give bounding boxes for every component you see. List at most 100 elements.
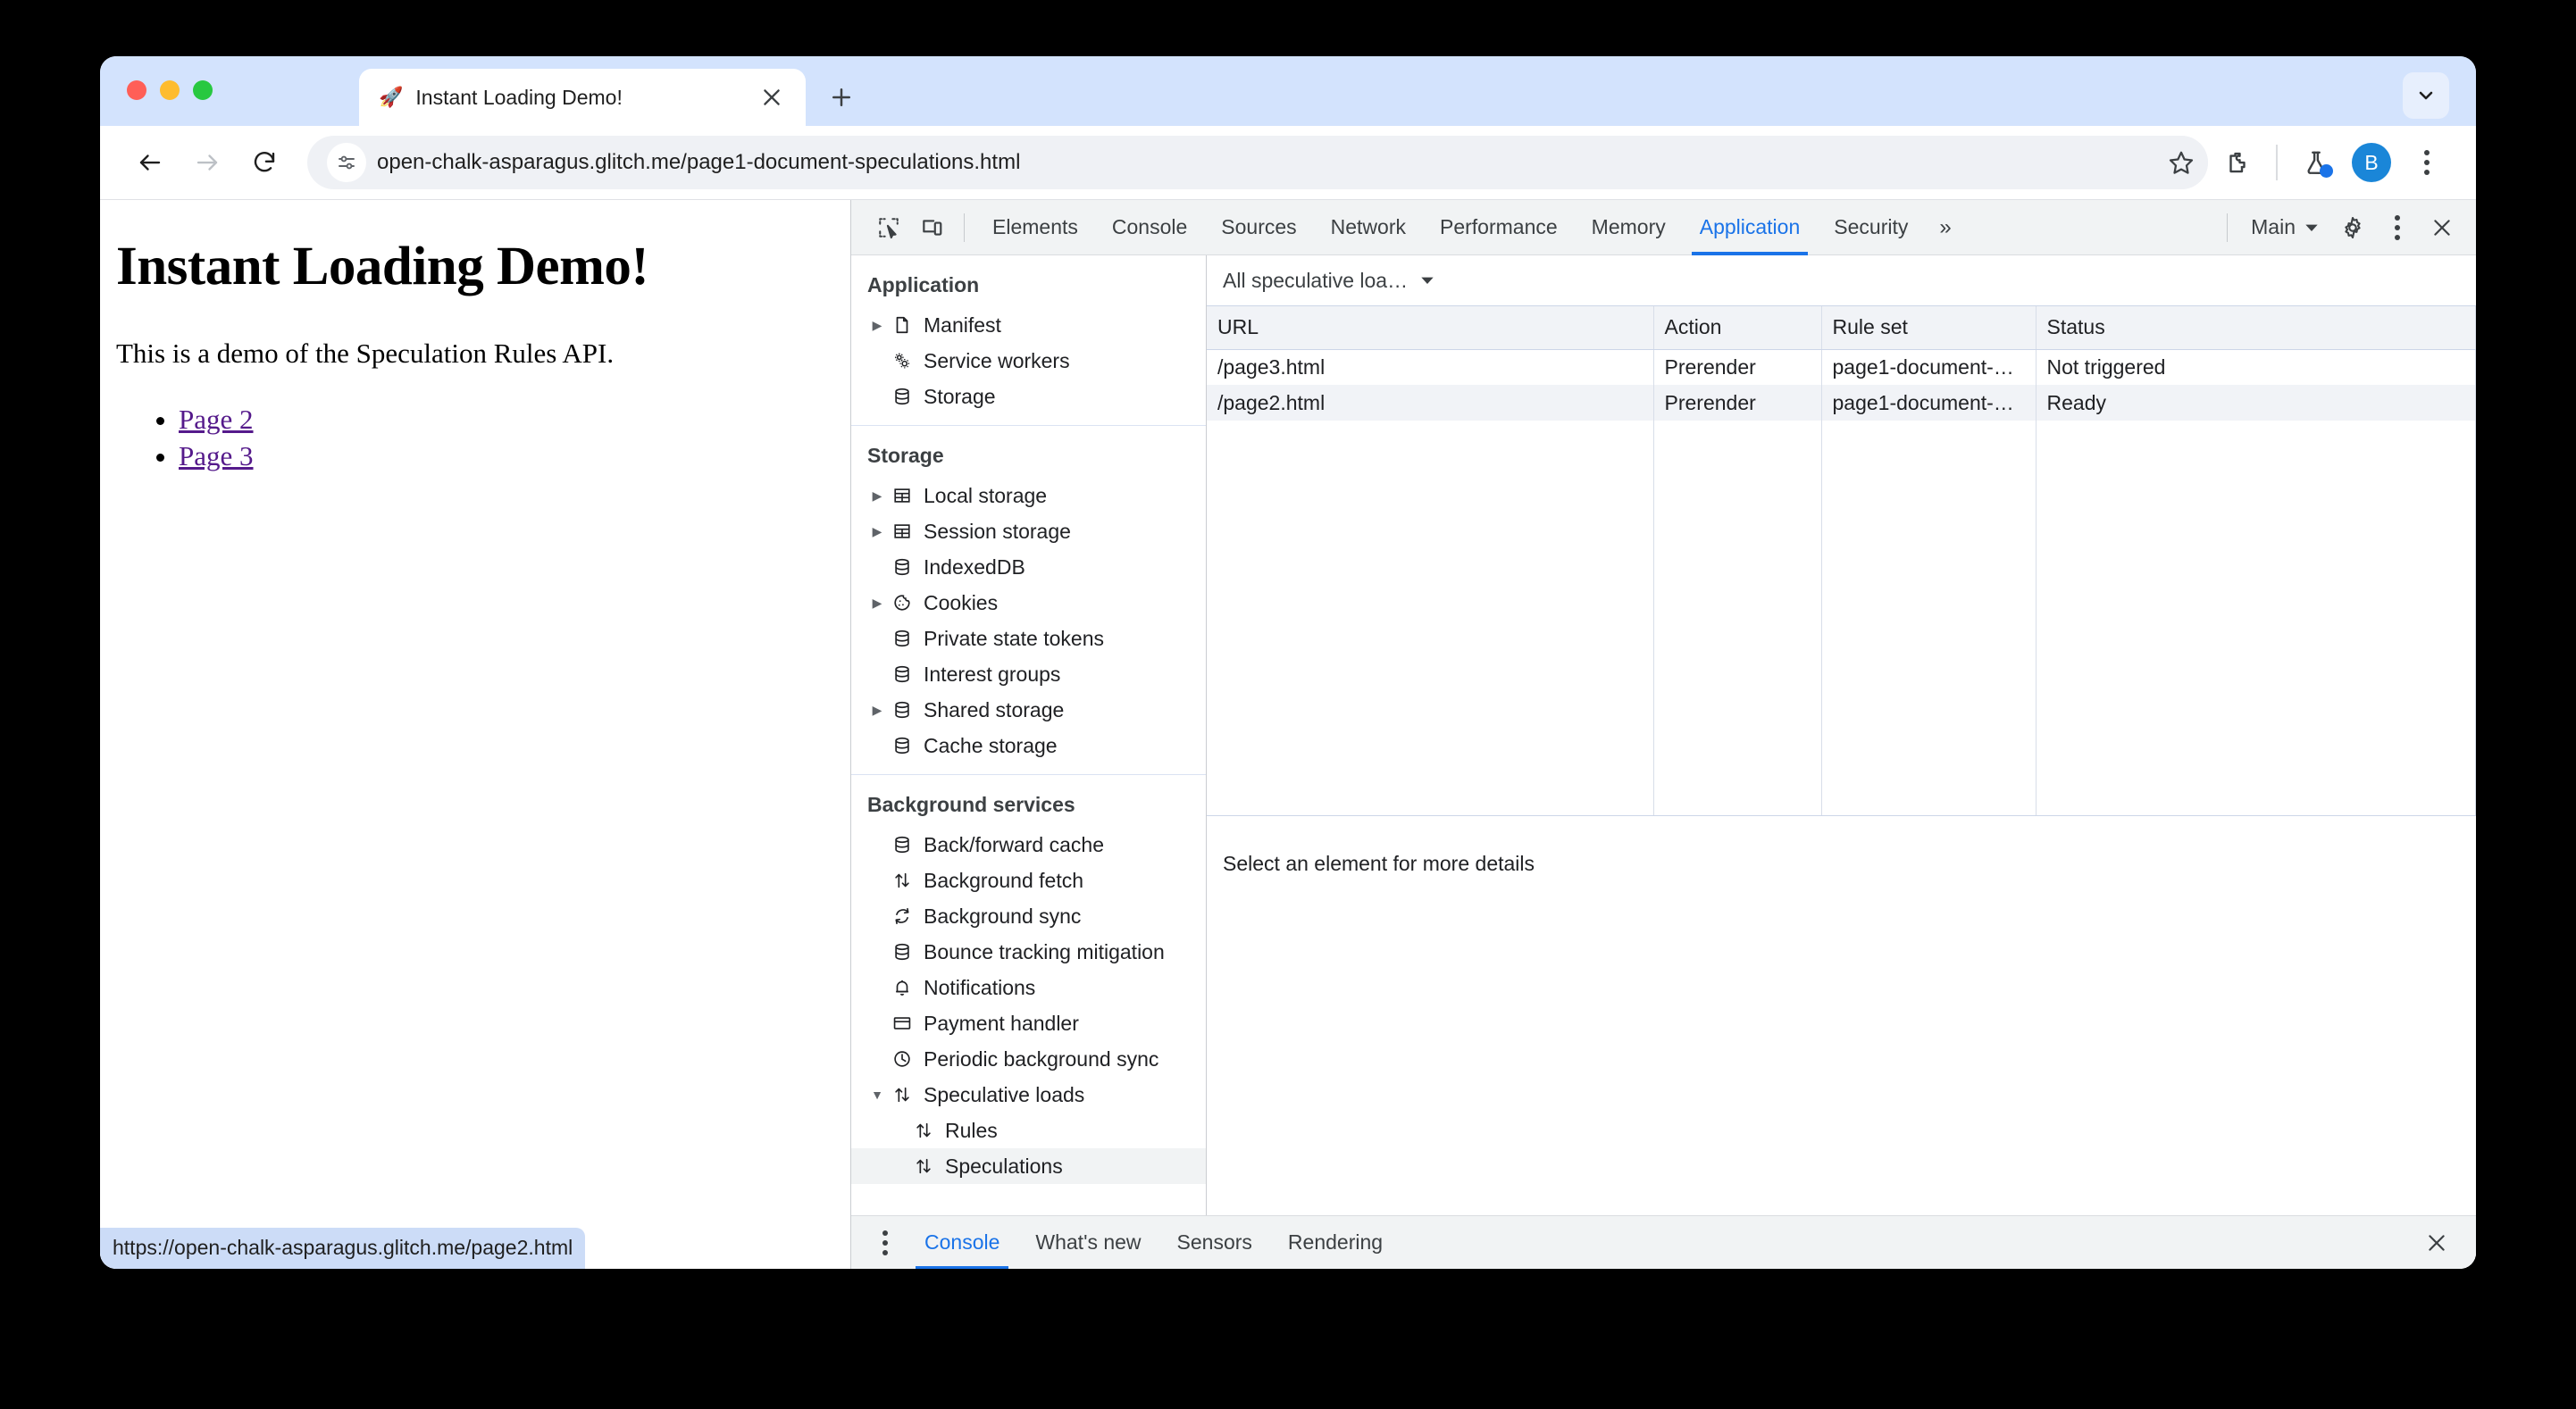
sidebar-item-storage[interactable]: Storage [851, 379, 1206, 414]
sidebar-item-label: Private state tokens [924, 626, 1104, 650]
tab-strip: 🚀 Instant Loading Demo! [100, 56, 2476, 126]
chrome-menu-kebab-icon[interactable] [2401, 137, 2453, 188]
minimize-window-button[interactable] [160, 80, 180, 100]
speculations-panel: All speculative loa… URL Action Rule set… [1207, 255, 2476, 1215]
close-drawer-icon[interactable] [2415, 1223, 2458, 1263]
gears-icon [887, 351, 917, 371]
sidebar-item-manifest[interactable]: ▶ Manifest [851, 307, 1206, 343]
cell-url: /page2.html [1207, 385, 1654, 421]
bookmark-star-icon[interactable] [2154, 136, 2208, 189]
sidebar-item-back-forward-cache[interactable]: Back/forward cache [851, 827, 1206, 863]
execution-context-selector[interactable]: Main [2240, 208, 2329, 247]
sidebar-item-speculations[interactable]: Speculations [851, 1148, 1206, 1184]
site-settings-icon[interactable] [327, 143, 366, 182]
reload-button[interactable] [238, 136, 291, 189]
drawer-tab-whats-new[interactable]: What's new [1017, 1216, 1158, 1270]
twisty-expanded-icon[interactable]: ▼ [867, 1088, 887, 1102]
execution-context-label: Main [2251, 215, 2296, 238]
twisty-collapsed-icon[interactable]: ▶ [867, 596, 887, 611]
table-header-row: URL Action Rule set Status [1207, 306, 2476, 350]
sidebar-item-service-workers[interactable]: Service workers [851, 343, 1206, 379]
sidebar-item-cookies[interactable]: ▶ Cookies [851, 585, 1206, 621]
link-page-2[interactable]: Page 2 [179, 404, 254, 435]
sidebar-item-session-storage[interactable]: ▶ Session storage [851, 513, 1206, 549]
cell-status: Ready [2036, 385, 2476, 421]
tab-search-chevron-down-icon[interactable] [2403, 72, 2449, 119]
sidebar-item-rules[interactable]: Rules [851, 1113, 1206, 1148]
speculations-table-container[interactable]: URL Action Rule set Status /page3.html P… [1207, 305, 2476, 816]
tab-network[interactable]: Network [1314, 200, 1423, 255]
sidebar-item-interest-groups[interactable]: Interest groups [851, 656, 1206, 692]
tab-console[interactable]: Console [1095, 200, 1204, 255]
address-bar[interactable]: open-chalk-asparagus.glitch.me/page1-doc… [307, 136, 2208, 189]
drawer-tab-console[interactable]: Console [907, 1216, 1017, 1269]
maximize-window-button[interactable] [193, 80, 213, 100]
sidebar-item-speculative-loads[interactable]: ▼ Speculative loads [851, 1077, 1206, 1113]
sidebar-item-bounce-tracking-mitigation[interactable]: Bounce tracking mitigation [851, 934, 1206, 970]
sidebar-item-periodic-background-sync[interactable]: Periodic background sync [851, 1041, 1206, 1077]
sidebar-item-private-state-tokens[interactable]: Private state tokens [851, 621, 1206, 656]
new-tab-button[interactable] [824, 79, 859, 115]
table-icon [887, 486, 917, 505]
sidebar-item-background-sync[interactable]: Background sync [851, 898, 1206, 934]
column-header-url[interactable]: URL [1207, 306, 1654, 350]
updown-arrows-icon [887, 871, 917, 890]
sidebar-item-notifications[interactable]: Notifications [851, 970, 1206, 1005]
sidebar-item-cache-storage[interactable]: Cache storage [851, 728, 1206, 763]
column-header-status[interactable]: Status [2036, 306, 2476, 350]
sidebar-section-header: Background services [867, 793, 1075, 816]
sidebar-item-label: IndexedDB [924, 554, 1025, 579]
tab-performance[interactable]: Performance [1423, 200, 1575, 255]
database-icon [887, 736, 917, 755]
twisty-collapsed-icon[interactable]: ▶ [867, 703, 887, 718]
toolbar-divider [2276, 145, 2278, 180]
table-row[interactable]: /page3.html Prerender page1-document-… N… [1207, 349, 2476, 385]
tab-elements[interactable]: Elements [975, 200, 1095, 255]
drawer-menu-kebab-icon[interactable] [864, 1223, 907, 1263]
device-toolbar-icon[interactable] [910, 208, 953, 247]
inspect-element-icon[interactable] [867, 208, 910, 247]
sidebar-item-background-fetch[interactable]: Background fetch [851, 863, 1206, 898]
table-empty-filler [1207, 421, 2476, 815]
page-link-list: Page 2 Page 3 [179, 404, 850, 472]
close-devtools-icon[interactable] [2421, 208, 2463, 247]
sidebar-item-shared-storage[interactable]: ▶ Shared storage [851, 692, 1206, 728]
sidebar-item-local-storage[interactable]: ▶ Local storage [851, 478, 1206, 513]
sidebar-item-payment-handler[interactable]: Payment handler [851, 1005, 1206, 1041]
extensions-puzzle-icon[interactable] [2212, 137, 2263, 188]
close-tab-button[interactable] [754, 79, 790, 115]
sidebar-item-label: Storage [924, 384, 996, 408]
tab-sources[interactable]: Sources [1204, 200, 1313, 255]
cell-action: Prerender [1653, 385, 1822, 421]
forward-button[interactable] [180, 136, 234, 189]
back-button[interactable] [123, 136, 177, 189]
tab-security[interactable]: Security [1817, 200, 1925, 255]
drawer-tab-rendering[interactable]: Rendering [1270, 1216, 1401, 1270]
credit-card-icon [887, 1013, 917, 1033]
tab-memory[interactable]: Memory [1575, 200, 1683, 255]
more-tabs-chevron-icon[interactable]: » [1925, 200, 1965, 255]
sidebar-item-label: Back/forward cache [924, 832, 1104, 856]
tab-application[interactable]: Application [1683, 200, 1818, 255]
profile-avatar[interactable]: B [2346, 137, 2397, 188]
column-header-rule-set[interactable]: Rule set [1821, 306, 2037, 350]
settings-gear-icon[interactable] [2331, 208, 2374, 247]
experiments-flask-icon[interactable] [2290, 137, 2342, 188]
close-window-button[interactable] [127, 80, 146, 100]
link-page-3[interactable]: Page 3 [179, 440, 254, 471]
table-row[interactable]: /page2.html Prerender page1-document-… R… [1207, 385, 2476, 421]
database-icon [887, 835, 917, 855]
browser-tab[interactable]: 🚀 Instant Loading Demo! [359, 69, 806, 126]
twisty-collapsed-icon[interactable]: ▶ [867, 524, 887, 539]
sidebar-item-indexeddb[interactable]: IndexedDB [851, 549, 1206, 585]
sidebar-item-label: Cache storage [924, 733, 1058, 757]
speculative-loads-filter-dropdown[interactable]: All speculative loa… [1223, 269, 1434, 293]
twisty-collapsed-icon[interactable]: ▶ [867, 318, 887, 333]
content-area: Instant Loading Demo! This is a demo of … [100, 199, 2476, 1269]
drawer-tab-sensors[interactable]: Sensors [1159, 1216, 1270, 1270]
column-header-action[interactable]: Action [1653, 306, 1822, 350]
speculations-table: URL Action Rule set Status /page3.html P… [1207, 306, 2476, 815]
sidebar-item-label: Rules [945, 1118, 998, 1142]
twisty-collapsed-icon[interactable]: ▶ [867, 488, 887, 504]
devtools-more-kebab-icon[interactable] [2376, 208, 2419, 247]
